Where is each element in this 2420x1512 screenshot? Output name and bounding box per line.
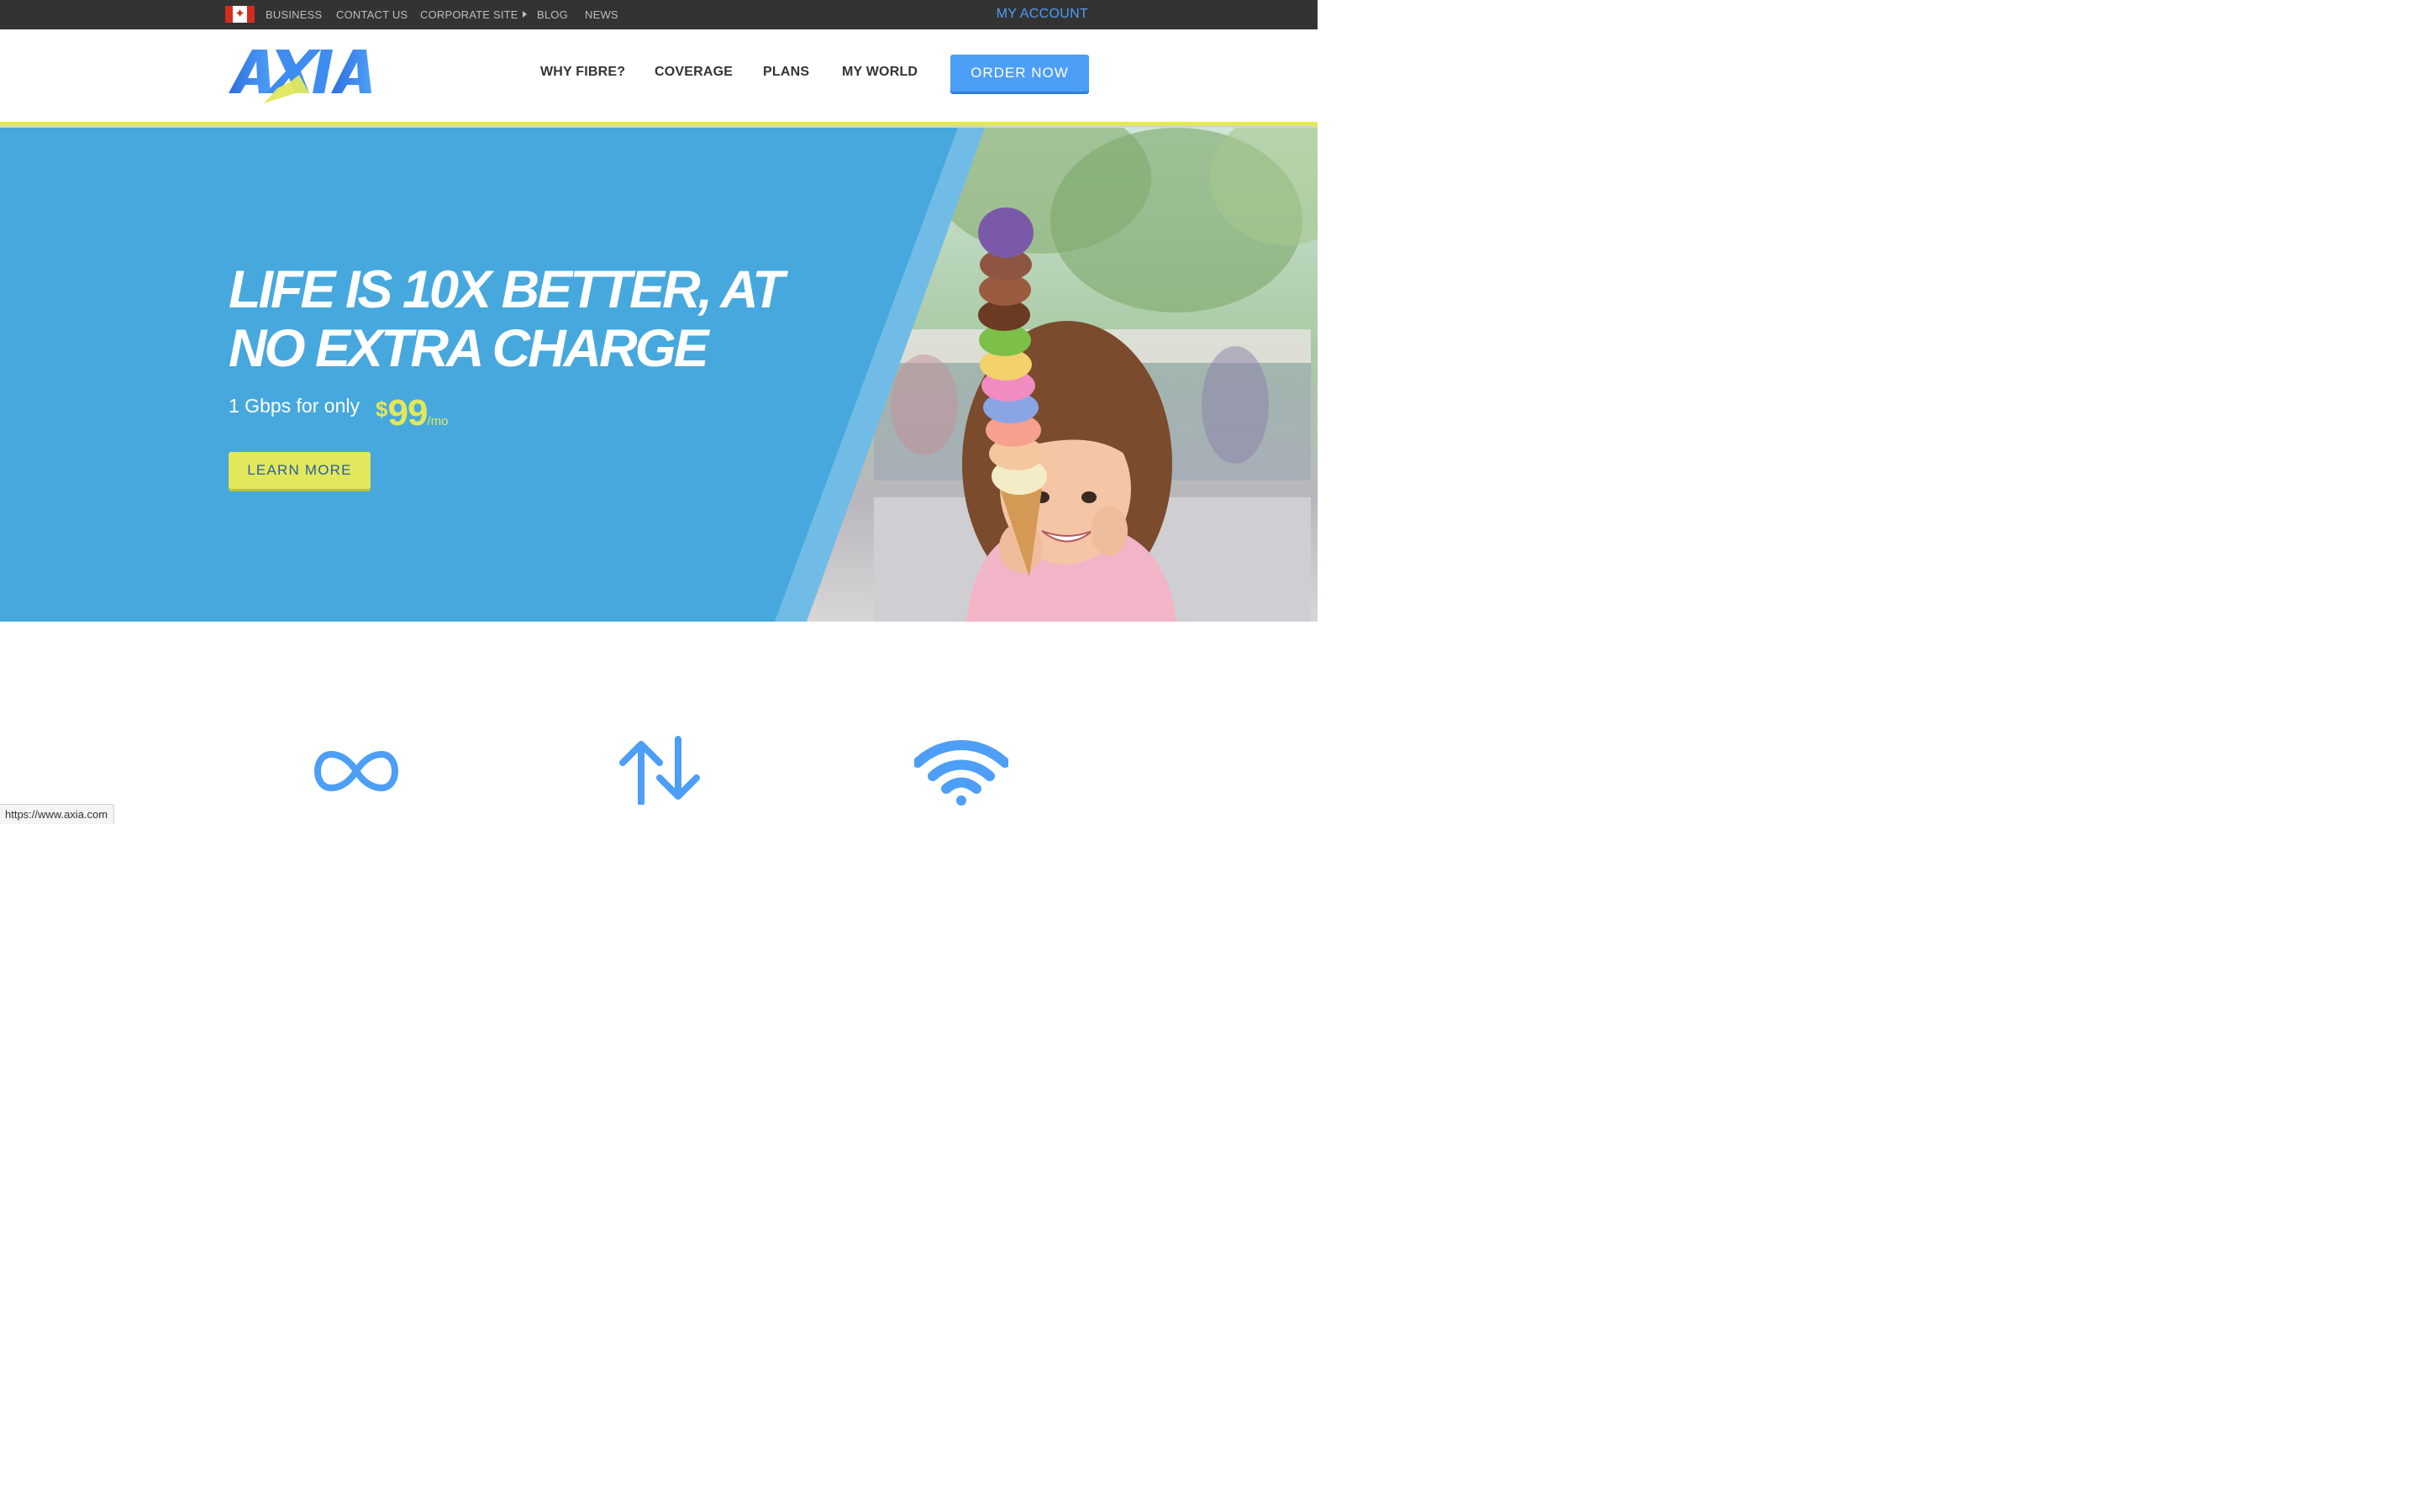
caret-right-icon	[522, 11, 527, 18]
nav-plans[interactable]: PLANS	[763, 65, 809, 80]
price-value: 99	[387, 392, 428, 433]
wifi-icon	[914, 740, 1008, 806]
price-currency: $	[376, 396, 388, 422]
top-link-corporate-site[interactable]: CORPORATE SITE	[420, 8, 527, 21]
my-account-link[interactable]: MY ACCOUNT	[997, 7, 1088, 22]
hero-banner: LIFE IS 10X BETTER, AT NO EXTRA CHARGE 1…	[0, 128, 1318, 622]
status-bar-url: https://www.axia.com	[0, 804, 115, 824]
nav-why-fibre[interactable]: WHY FIBRE?	[540, 65, 625, 80]
learn-more-button[interactable]: LEARN MORE	[229, 452, 371, 489]
header-accent-line	[0, 122, 1318, 128]
axia-logo[interactable]	[227, 45, 378, 107]
main-header: WHY FIBRE? COVERAGE PLANS MY WORLD ORDER…	[0, 29, 1318, 122]
nav-my-world[interactable]: MY WORLD	[842, 65, 918, 80]
upload-download-arrows-icon	[619, 736, 700, 805]
hero-headline: LIFE IS 10X BETTER, AT NO EXTRA CHARGE	[229, 260, 785, 378]
top-link-business[interactable]: BUSINESS	[266, 8, 322, 21]
price-tag: $99/mo	[376, 395, 448, 432]
top-link-news[interactable]: NEWS	[585, 8, 618, 21]
top-link-contact-us[interactable]: CONTACT US	[336, 8, 408, 21]
order-now-button[interactable]: ORDER NOW	[950, 55, 1089, 92]
corporate-site-label: CORPORATE SITE	[420, 8, 518, 21]
price-period: /mo	[427, 414, 449, 428]
infinity-icon	[314, 750, 398, 792]
top-utility-bar: ✦ BUSINESS CONTACT US CORPORATE SITE BLO…	[0, 0, 1318, 29]
nav-coverage[interactable]: COVERAGE	[655, 65, 733, 80]
canada-flag-icon[interactable]: ✦	[225, 6, 255, 23]
offer-text: 1 Gbps for only	[229, 395, 360, 417]
top-link-blog[interactable]: BLOG	[537, 8, 568, 21]
